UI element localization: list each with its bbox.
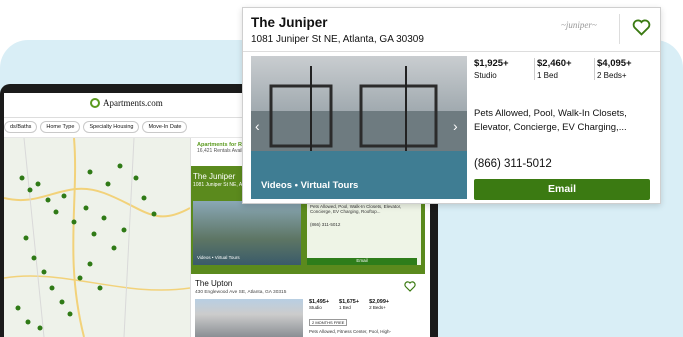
favorite-heart-icon[interactable]	[632, 19, 651, 36]
price-label: Studio	[474, 71, 497, 80]
price-studio: $1,925+ Studio	[474, 58, 534, 80]
price-label: 1 Bed	[537, 71, 558, 80]
listing-zoom-card[interactable]: The Juniper 1081 Juniper St NE, Atlanta,…	[242, 7, 661, 204]
price-list: $1,925+ Studio $2,460+ 1 Bed $4,095+ 2 B…	[474, 58, 654, 80]
price-1-bed: $2,460+ 1 Bed	[534, 58, 594, 80]
next-photo-chevron-icon[interactable]: ›	[453, 118, 458, 134]
price-value: $4,095+	[597, 58, 632, 69]
price-value: $2,460+	[537, 58, 572, 69]
listing-amenities: Pets Allowed, Pool, Walk-In Closets, Ele…	[474, 108, 627, 133]
header-rule	[243, 51, 660, 52]
photo-caption[interactable]: Videos • Virtual Tours	[261, 180, 358, 191]
photo-illustration	[251, 66, 467, 199]
price-label: 2 Beds+	[597, 71, 627, 80]
listing-photo[interactable]: ‹ › Videos • Virtual Tours	[251, 56, 467, 199]
listing-title[interactable]: The Juniper	[251, 15, 328, 30]
price-value: $1,925+	[474, 58, 509, 69]
prev-photo-chevron-icon[interactable]: ‹	[255, 118, 260, 134]
price-2-beds: $4,095+ 2 Beds+	[594, 58, 654, 80]
listing-address: 1081 Juniper St NE, Atlanta, GA 30309	[251, 34, 424, 45]
header-divider	[619, 14, 620, 44]
email-button[interactable]: Email	[474, 179, 650, 200]
listing-phone[interactable]: (866) 311-5012	[474, 158, 552, 170]
property-logo: ~juniper~	[561, 20, 597, 30]
